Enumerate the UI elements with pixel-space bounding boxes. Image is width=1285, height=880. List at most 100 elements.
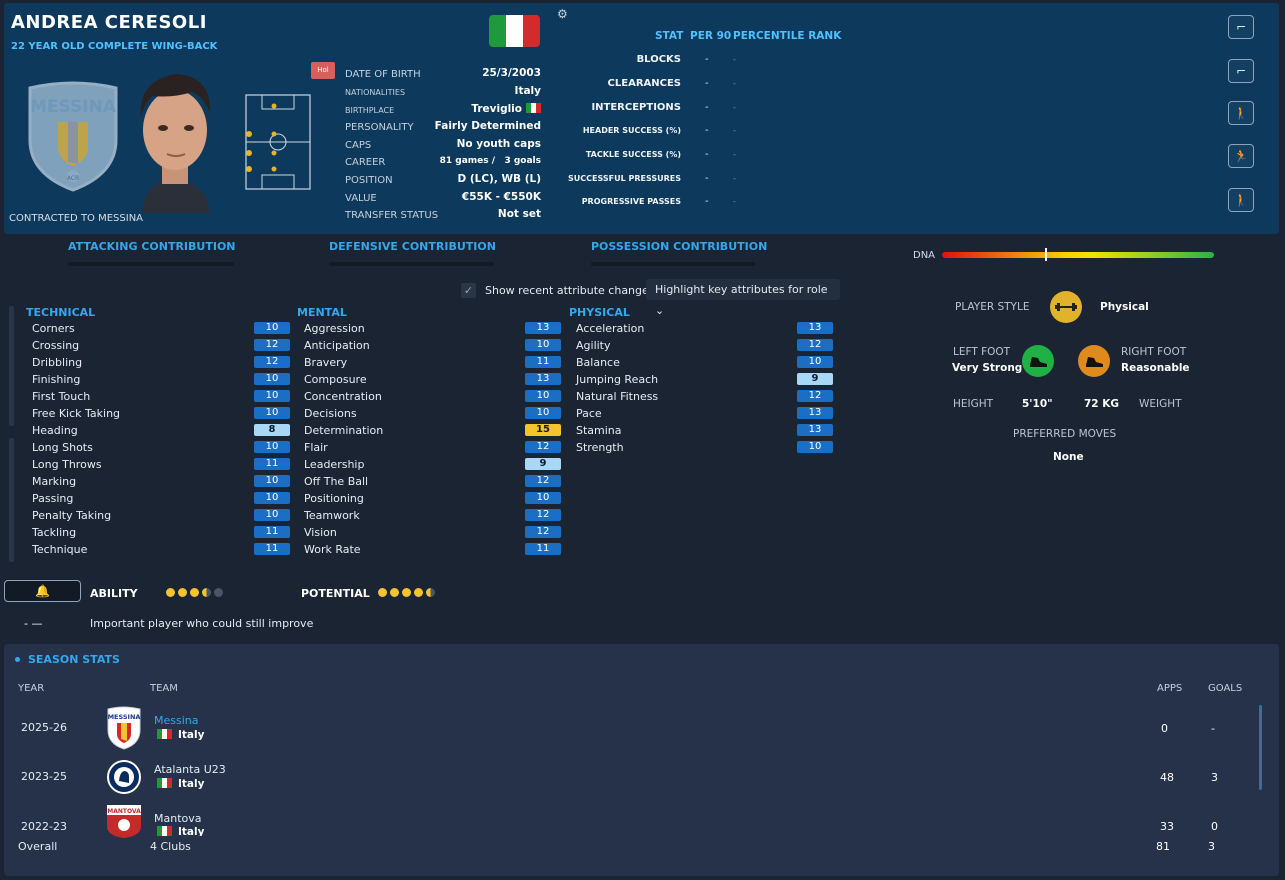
season-stats-scrollbar[interactable] (1259, 705, 1262, 790)
season-year: 2023-25 (21, 770, 67, 783)
stat-column-header[interactable]: STAT (655, 30, 683, 42)
left-boot-icon (1022, 345, 1054, 377)
attribute-name[interactable]: Composure (304, 373, 367, 386)
attribute-name[interactable]: Agility (576, 339, 611, 352)
attribute-name[interactable]: Crossing (32, 339, 79, 352)
defensive-contribution-bar (329, 262, 494, 266)
defensive-contribution-header[interactable]: DEFENSIVE CONTRIBUTION (329, 240, 496, 253)
attacking-contribution-header[interactable]: ATTACKING CONTRIBUTION (68, 240, 236, 253)
attribute-name[interactable]: Free Kick Taking (32, 407, 120, 420)
dob-value: 25/3/2003 (482, 67, 541, 79)
season-year: 2025-26 (21, 721, 67, 734)
stat-row-percentile: - (733, 150, 736, 159)
attribute-name[interactable]: First Touch (32, 390, 90, 403)
player-photo (140, 74, 211, 213)
stat-row-name: INTERCEPTIONS (591, 102, 681, 113)
season-team[interactable]: Atalanta U23 (154, 763, 226, 776)
stat-row-percentile: - (733, 197, 736, 206)
attribute-name[interactable]: Decisions (304, 407, 357, 420)
attribute-name[interactable]: Long Shots (32, 441, 93, 454)
season-team-link[interactable]: Messina (154, 714, 199, 727)
attribute-name[interactable]: Strength (576, 441, 624, 454)
attribute-name[interactable]: Vision (304, 526, 337, 539)
attribute-name[interactable]: Marking (32, 475, 76, 488)
coach-report-button[interactable]: 🔔 (4, 580, 81, 602)
attribute-name[interactable]: Bravery (304, 356, 347, 369)
italy-flag-icon (157, 826, 172, 836)
run-icon[interactable]: 🏃 (1228, 144, 1254, 168)
star-icon (166, 588, 175, 597)
stat-row-name: PROGRESSIVE PASSES (581, 197, 681, 206)
possession-contribution-header[interactable]: POSSESSION CONTRIBUTION (591, 240, 767, 253)
attribute-value: 10 (254, 475, 290, 487)
stat-row-per90: - (705, 102, 709, 113)
attribute-name[interactable]: Positioning (304, 492, 364, 505)
attribute-name[interactable]: Concentration (304, 390, 382, 403)
stat-row-name: BLOCKS (636, 54, 681, 65)
attribute-name[interactable]: Jumping Reach (576, 373, 658, 386)
attribute-name[interactable]: Tackling (32, 526, 76, 539)
attribute-name[interactable]: Technique (32, 543, 87, 556)
attribute-name[interactable]: Flair (304, 441, 328, 454)
attribute-name[interactable]: Work Rate (304, 543, 361, 556)
tackle-icon[interactable]: ⌐ (1228, 15, 1254, 39)
attribute-name[interactable]: Teamwork (304, 509, 360, 522)
highlight-attributes-dropdown[interactable]: Highlight key attributes for role ⌄ (646, 279, 840, 317)
attribute-name[interactable]: Heading (32, 424, 78, 437)
show-changes-label[interactable]: Show recent attribute changes (485, 284, 655, 297)
attribute-name[interactable]: Long Throws (32, 458, 102, 471)
team-column-header[interactable]: TEAM (150, 683, 178, 694)
season-team[interactable]: Mantova (154, 812, 202, 825)
messina-badge: MESSINA (107, 706, 141, 750)
club-badge[interactable]: MESSINA ACR (24, 80, 122, 192)
apps-column-header[interactable]: APPS (1157, 683, 1182, 694)
player-style-value: Physical (1100, 301, 1149, 313)
season-stats-title[interactable]: SEASON STATS (28, 653, 120, 666)
year-column-header[interactable]: YEAR (18, 683, 44, 694)
percentile-column-header[interactable]: PERCENTILE RANK (733, 30, 841, 42)
slide-icon[interactable]: ⌐ (1228, 59, 1254, 83)
potential-stars (378, 588, 435, 597)
attribute-name[interactable]: Acceleration (576, 322, 644, 335)
attribute-value: 10 (525, 407, 561, 419)
nationalities-value[interactable]: Italy (515, 85, 541, 97)
attribute-name[interactable]: Dribbling (32, 356, 82, 369)
ability-label: ABILITY (90, 587, 138, 600)
star-icon (378, 588, 387, 597)
attribute-name[interactable]: Aggression (304, 322, 365, 335)
left-foot-value: Very Strong (952, 362, 1023, 374)
attribute-name[interactable]: Stamina (576, 424, 622, 437)
holiday-tag[interactable]: Hol (311, 62, 335, 79)
attribute-name[interactable]: Natural Fitness (576, 390, 658, 403)
attribute-name[interactable]: Anticipation (304, 339, 370, 352)
dna-marker (1045, 248, 1047, 261)
attribute-name[interactable]: Balance (576, 356, 620, 369)
season-year: 2022-23 (21, 820, 67, 833)
show-changes-checkbox[interactable]: ✓ (461, 283, 476, 298)
attribute-value: 13 (525, 373, 561, 385)
gear-icon[interactable]: ⚙ (557, 8, 570, 21)
attribute-name[interactable]: Off The Ball (304, 475, 368, 488)
goals-column-header[interactable]: GOALS (1208, 683, 1242, 694)
svg-text:MESSINA: MESSINA (30, 97, 117, 117)
attribute-value: 11 (254, 458, 290, 470)
per90-column-header[interactable]: PER 90 (690, 30, 731, 42)
star-icon (178, 588, 187, 597)
attribute-value: 13 (797, 322, 833, 334)
stat-row-percentile: - (733, 126, 736, 135)
attribute-name[interactable]: Finishing (32, 373, 80, 386)
attribute-value: 10 (254, 390, 290, 402)
walk-icon[interactable]: 🚶 (1228, 101, 1254, 125)
attribute-name[interactable]: Determination (304, 424, 383, 437)
overall-apps: 81 (1156, 840, 1170, 853)
attribute-name[interactable]: Corners (32, 322, 75, 335)
attribute-value: 10 (525, 492, 561, 504)
attribute-name[interactable]: Leadership (304, 458, 364, 471)
figure-icon[interactable]: 🚶 (1228, 188, 1254, 212)
birthplace-value: Treviglio (471, 103, 541, 115)
player-name: ANDREA CERESOLI (11, 12, 207, 33)
attribute-value: 12 (797, 390, 833, 402)
attribute-name[interactable]: Pace (576, 407, 602, 420)
attribute-name[interactable]: Penalty Taking (32, 509, 111, 522)
attribute-name[interactable]: Passing (32, 492, 73, 505)
